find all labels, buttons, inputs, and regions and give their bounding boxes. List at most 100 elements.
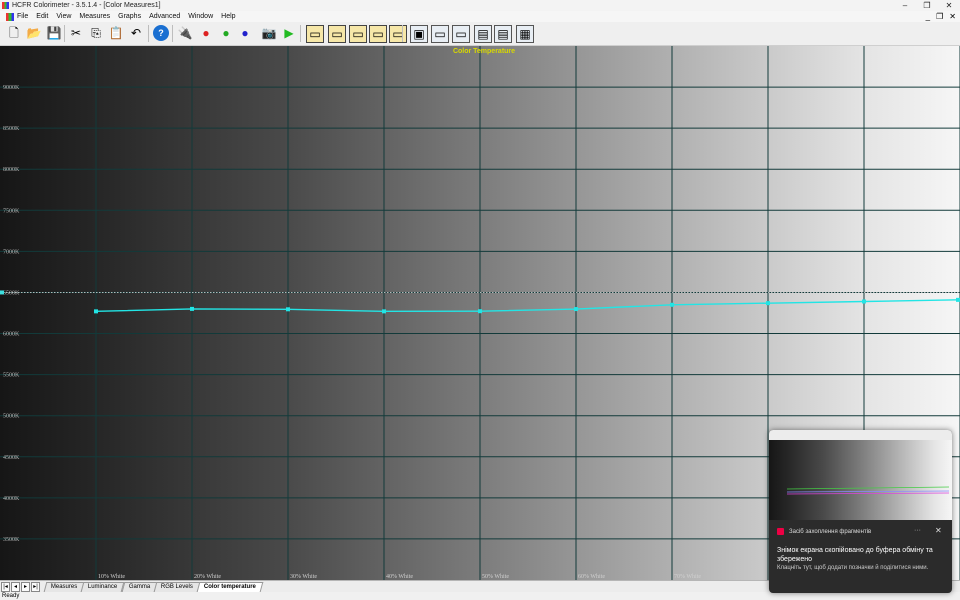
tab-label: Color temperature bbox=[203, 583, 256, 590]
play-icon[interactable]: ▶ bbox=[281, 25, 297, 41]
tab-measures[interactable]: Measures bbox=[43, 581, 85, 592]
data-point bbox=[190, 306, 194, 311]
toolbar-separator bbox=[402, 25, 403, 42]
menu-edit[interactable]: Edit bbox=[36, 13, 48, 20]
tab-color-temperature[interactable]: Color temperature bbox=[196, 581, 264, 592]
status-text: Ready bbox=[2, 593, 20, 599]
data-point bbox=[766, 301, 770, 306]
document-icon[interactable] bbox=[6, 12, 14, 21]
tab-gamma[interactable]: Gamma bbox=[121, 581, 158, 592]
snipping-notification[interactable]: Засіб захоплення фрагментів ··· ✕ Знімок… bbox=[769, 430, 952, 593]
notification-header: Засіб захоплення фрагментів bbox=[777, 528, 871, 535]
y-tick-label: 6000K bbox=[3, 332, 20, 338]
data-point bbox=[286, 307, 290, 312]
document-controls: _ ❐ ✕ bbox=[926, 11, 956, 22]
close-button[interactable]: ✕ bbox=[938, 0, 960, 11]
display-settings-icon[interactable]: ▣ bbox=[410, 25, 428, 43]
menu-graphs[interactable]: Graphs bbox=[118, 13, 141, 20]
sensor-icon[interactable]: 🔌 bbox=[177, 25, 193, 41]
notification-app-name: Засіб захоплення фрагментів bbox=[789, 528, 872, 535]
data-point bbox=[94, 309, 98, 314]
tab-label: Gamma bbox=[128, 583, 150, 590]
close-icon[interactable]: ✕ bbox=[935, 526, 942, 535]
y-tick-label: 7000K bbox=[3, 249, 20, 255]
graph-gamma-icon[interactable]: ▭ bbox=[328, 25, 346, 43]
reference-marker bbox=[0, 290, 4, 295]
doc-close-button[interactable]: ✕ bbox=[949, 11, 956, 22]
window-title: HCFR Colorimeter - 3.5.1.4 - [Color Meas… bbox=[12, 2, 161, 9]
chart-title: Color Temperature bbox=[453, 48, 515, 55]
y-tick-label: 6500K bbox=[3, 290, 20, 296]
y-tick-label: 9000K bbox=[3, 85, 20, 91]
notification-hint: Клацніть тут, щоб додати позначки й поді… bbox=[777, 565, 929, 571]
window-controls: – ❐ ✕ bbox=[894, 0, 960, 11]
open-folder-icon[interactable]: 📂 bbox=[26, 25, 42, 41]
undo-icon[interactable]: ↶ bbox=[128, 25, 144, 41]
tab-label: RGB Levels bbox=[160, 583, 193, 590]
data-point bbox=[956, 297, 960, 302]
tab-nav-first-button[interactable]: |◂ bbox=[1, 581, 10, 592]
menu-view[interactable]: View bbox=[56, 13, 71, 20]
menu-file[interactable]: File bbox=[17, 13, 28, 20]
doc-restore-button[interactable]: ❐ bbox=[936, 11, 943, 22]
rgb-icon[interactable]: ● bbox=[198, 25, 214, 41]
y-tick-label: 8500K bbox=[3, 126, 20, 132]
rgb-mixed-icon[interactable]: ● bbox=[237, 25, 253, 41]
tab-label: Luminance bbox=[88, 583, 118, 590]
data-point bbox=[862, 299, 866, 304]
tab-nav-next-button[interactable]: ▸ bbox=[21, 581, 30, 592]
app-icon bbox=[2, 2, 9, 9]
rgb-gradient-icon[interactable]: ● bbox=[218, 25, 234, 41]
graph-temperature-icon[interactable]: ▭ bbox=[349, 25, 367, 43]
toolbar-separator bbox=[64, 25, 65, 42]
cut-icon[interactable]: ✂ bbox=[68, 25, 84, 41]
tab-luminance[interactable]: Luminance bbox=[81, 581, 126, 592]
data-point bbox=[574, 307, 578, 312]
toolbar: 🗋 📂 💾 ✂ ⎘ 📋 ↶? 🔌 ● ● ● 📷 ▶ ▭ ▭ ▭ ▭ ▭ ▣ ▭ ▭ ▤ ▤ ▦ bbox=[0, 22, 960, 46]
data-point bbox=[382, 309, 386, 314]
y-tick-label: 3500K bbox=[3, 537, 20, 543]
screenshot-thumbnail bbox=[769, 430, 952, 520]
y-tick-label: 4000K bbox=[3, 496, 20, 502]
graph-cie-icon[interactable]: ▭ bbox=[389, 25, 407, 43]
snipping-tool-icon bbox=[777, 528, 784, 535]
status-bar: Ready bbox=[0, 592, 960, 600]
display-screen-icon[interactable]: ▭ bbox=[431, 25, 449, 43]
new-doc-icon[interactable]: 🗋 bbox=[6, 25, 22, 41]
notification-message: Знімок екрана скопійовано до буфера обмі… bbox=[777, 547, 933, 563]
menu-advanced[interactable]: Advanced bbox=[149, 13, 180, 20]
title-bar: HCFR Colorimeter - 3.5.1.4 - [Color Meas… bbox=[0, 0, 960, 11]
data-point bbox=[478, 309, 482, 314]
display-dark-icon[interactable]: ▦ bbox=[516, 25, 534, 43]
y-tick-label: 4500K bbox=[3, 455, 20, 461]
y-tick-label: 7500K bbox=[3, 208, 20, 214]
tab-label: Measures bbox=[50, 583, 78, 590]
data-point bbox=[670, 302, 674, 307]
display-gradient-icon[interactable]: ▤ bbox=[474, 25, 492, 43]
toolbar-separator bbox=[172, 25, 173, 42]
menu-bar: File Edit View Measures Graphs Advanced … bbox=[0, 11, 960, 22]
menu-measures[interactable]: Measures bbox=[79, 13, 110, 20]
graph-luminance-icon[interactable]: ▭ bbox=[306, 25, 324, 43]
camera-icon[interactable]: 📷 bbox=[261, 25, 277, 41]
tab-rgb-levels[interactable]: RGB Levels bbox=[153, 581, 201, 592]
save-icon[interactable]: 💾 bbox=[46, 25, 62, 41]
display-colors-icon[interactable]: ▤ bbox=[494, 25, 512, 43]
y-tick-label: 8000K bbox=[3, 167, 20, 173]
doc-minimize-button[interactable]: _ bbox=[926, 11, 930, 22]
minimize-button[interactable]: – bbox=[894, 0, 916, 11]
tab-nav-last-button[interactable]: ▸| bbox=[31, 581, 40, 592]
menu-window[interactable]: Window bbox=[188, 13, 213, 20]
paste-icon[interactable]: 📋 bbox=[108, 25, 124, 41]
graph-rgb-icon[interactable]: ▭ bbox=[369, 25, 387, 43]
menu-help[interactable]: Help bbox=[221, 13, 235, 20]
copy-icon[interactable]: ⎘ bbox=[88, 25, 104, 41]
more-options-icon[interactable]: ··· bbox=[914, 527, 921, 534]
toolbar-separator bbox=[148, 25, 149, 42]
display-screen-2-icon[interactable]: ▭ bbox=[452, 25, 470, 43]
help-icon[interactable]: ? bbox=[153, 25, 169, 41]
restore-button[interactable]: ❐ bbox=[916, 0, 938, 11]
toolbar-separator bbox=[300, 25, 301, 42]
tab-nav-prev-button[interactable]: ◂ bbox=[11, 581, 20, 592]
y-tick-label: 5000K bbox=[3, 414, 20, 420]
